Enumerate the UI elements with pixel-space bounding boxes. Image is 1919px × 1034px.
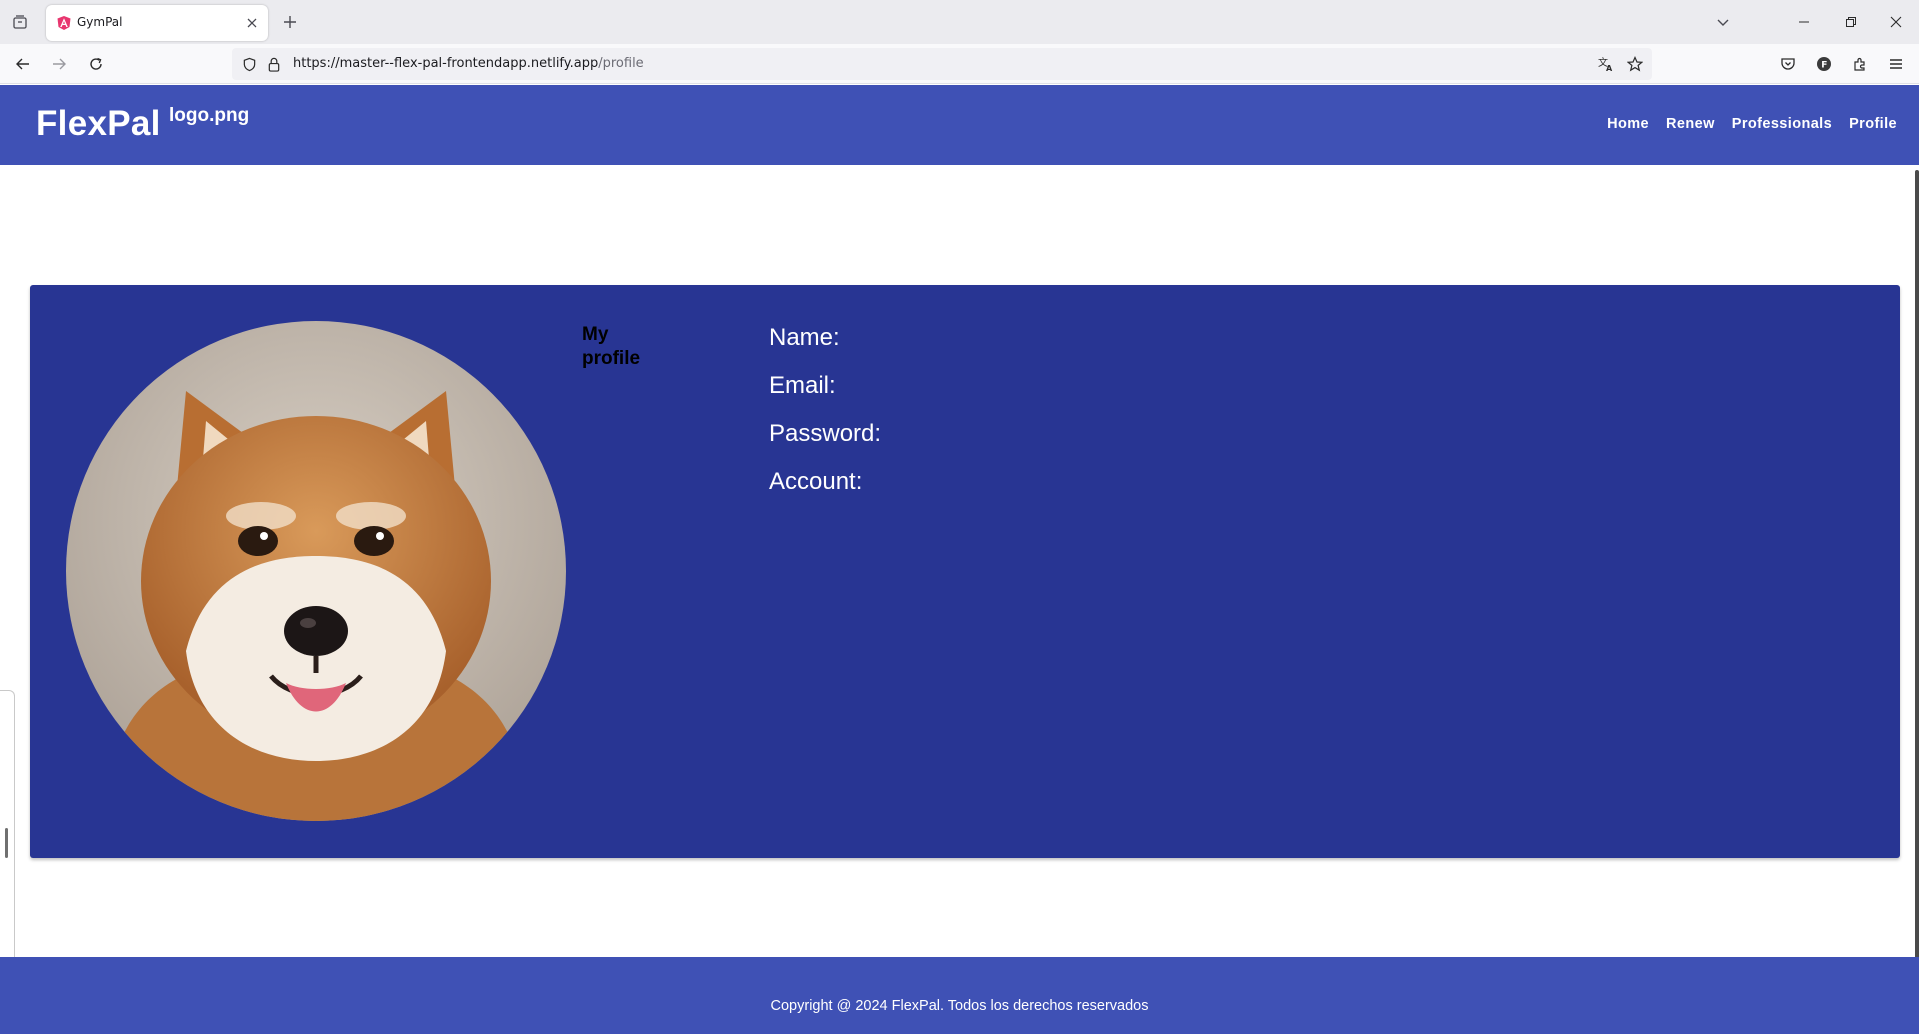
browser-tab-bar: GymPal (0, 0, 1919, 44)
copyright-text: Copyright @ 2024 FlexPal. Todos los dere… (770, 998, 1149, 1014)
extensions-icon[interactable] (1848, 52, 1872, 76)
url-text[interactable]: https://master--flex-pal-frontendapp.net… (293, 56, 644, 71)
translate-icon[interactable]: 文A (1598, 56, 1614, 72)
browser-tab[interactable]: GymPal (46, 5, 268, 41)
avatar (66, 321, 566, 821)
url-path: /profile (598, 56, 644, 71)
nav-renew[interactable]: Renew (1666, 116, 1715, 132)
name-label: Name: (769, 324, 840, 351)
profile-card: My profile Name: Email: Password: Accoun… (30, 285, 1900, 858)
site-header: FlexPal logo.png Home Renew Professional… (0, 85, 1919, 165)
drag-grip[interactable] (5, 828, 8, 858)
logo-broken-image: logo.png (169, 105, 250, 126)
lock-icon[interactable] (266, 56, 282, 72)
brand-name[interactable]: FlexPal (36, 104, 161, 144)
address-bar[interactable]: https://master--flex-pal-frontendapp.net… (232, 48, 1652, 80)
browser-navigation-bar: https://master--flex-pal-frontendapp.net… (0, 44, 1919, 84)
profile-title: My profile (582, 324, 641, 369)
account-icon[interactable]: F (1812, 52, 1836, 76)
nav-home[interactable]: Home (1607, 116, 1649, 132)
svg-text:F: F (1821, 61, 1827, 71)
menu-icon[interactable] (1884, 52, 1908, 76)
close-window-icon[interactable] (1873, 0, 1919, 44)
back-arrow-icon[interactable] (11, 52, 35, 76)
star-icon[interactable] (1627, 56, 1643, 72)
profile-fields: Name: Email: Password: Account: (769, 323, 881, 515)
nav-professionals[interactable]: Professionals (1732, 116, 1832, 132)
nav-profile[interactable]: Profile (1849, 116, 1897, 132)
email-label: Email: (769, 372, 836, 399)
reload-icon[interactable] (84, 52, 108, 76)
angular-favicon (56, 15, 72, 31)
minimize-icon[interactable] (1781, 0, 1827, 44)
password-label: Password: (769, 420, 882, 447)
svg-text:A: A (1606, 64, 1613, 72)
page-viewport: FlexPal logo.png Home Renew Professional… (0, 85, 1919, 1034)
shield-icon[interactable] (241, 56, 257, 72)
tab-list-icon[interactable] (8, 10, 32, 34)
chevron-down-icon[interactable] (1711, 10, 1735, 34)
forward-arrow-icon[interactable] (47, 52, 71, 76)
close-icon[interactable] (242, 13, 262, 33)
url-base: https://master--flex-pal-frontendapp.net… (293, 56, 599, 71)
sidebar-drag-handle[interactable] (0, 690, 15, 995)
vertical-scrollbar[interactable] (1915, 170, 1919, 1034)
restore-icon[interactable] (1828, 0, 1874, 44)
pocket-icon[interactable] (1776, 52, 1800, 76)
plus-icon[interactable] (278, 10, 302, 34)
account-label: Account: (769, 468, 863, 495)
main-nav: Home Renew Professionals Profile (1607, 116, 1897, 132)
site-footer: Copyright @ 2024 FlexPal. Todos los dere… (0, 957, 1919, 1034)
tab-title: GymPal (77, 15, 123, 29)
